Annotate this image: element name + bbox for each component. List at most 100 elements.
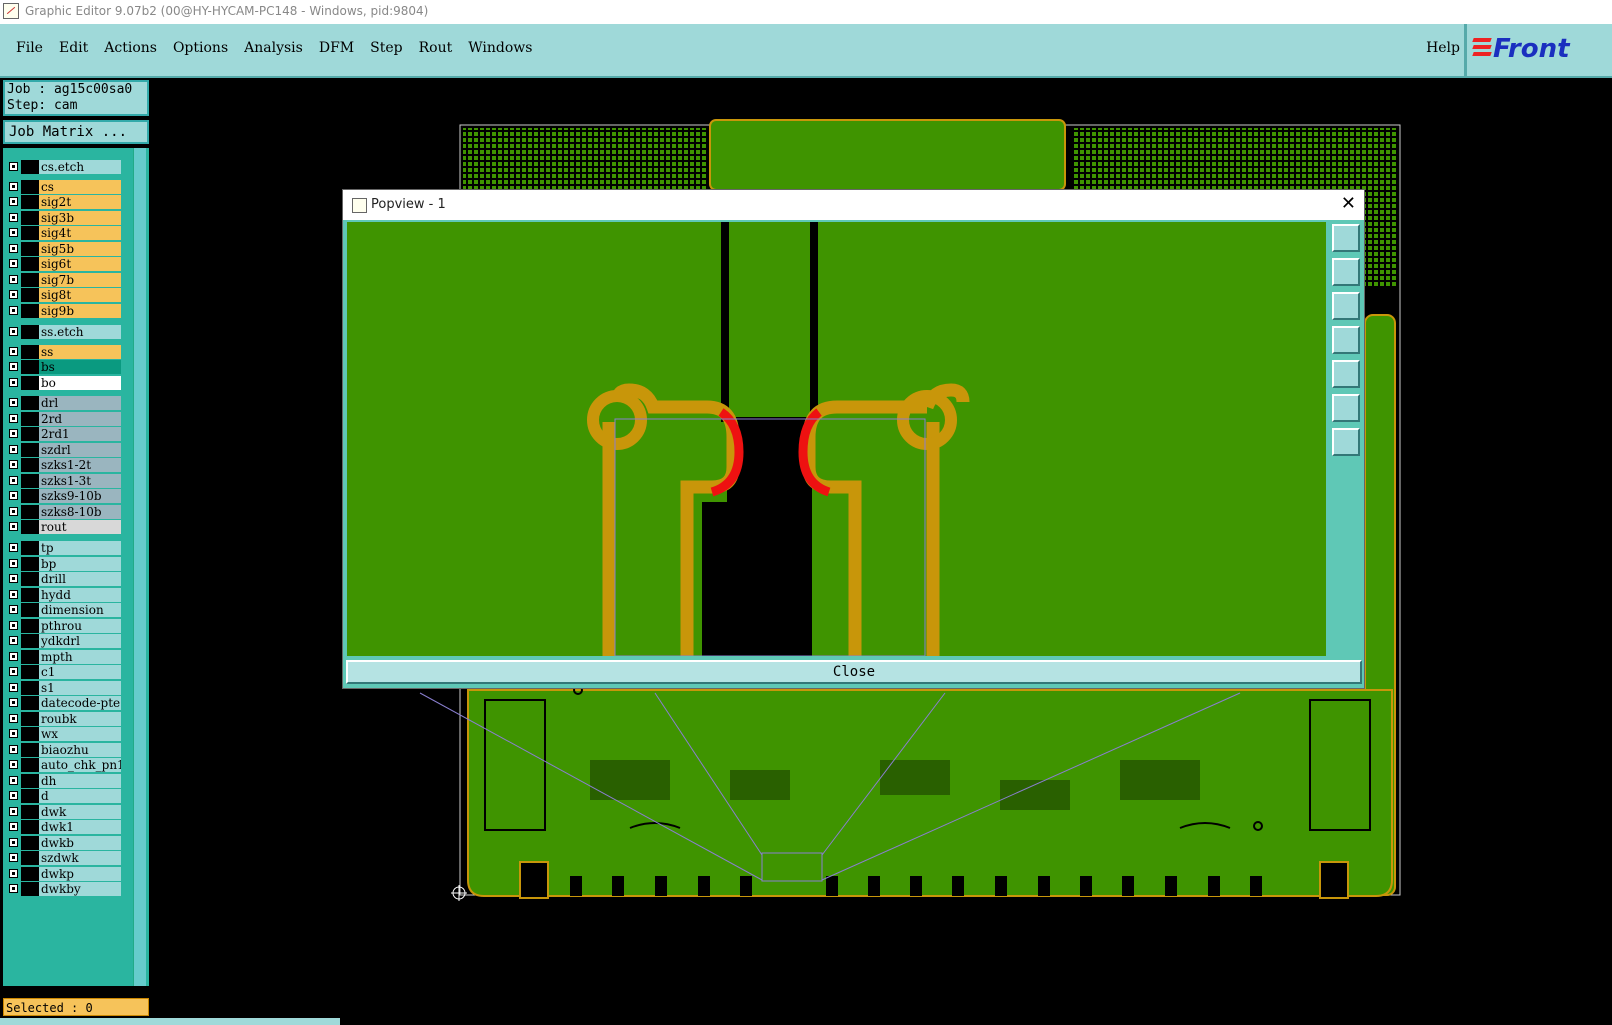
layer-checkbox[interactable] <box>9 838 18 847</box>
layer-checkbox[interactable] <box>9 460 18 469</box>
layer-checkbox[interactable] <box>9 429 18 438</box>
layer-checkbox[interactable] <box>9 667 18 676</box>
layer-checkbox[interactable] <box>9 362 18 371</box>
layer-checkbox[interactable] <box>9 491 18 500</box>
layer-row-roubk[interactable]: roubk <box>3 712 123 726</box>
layer-row-pthrou[interactable]: pthrou <box>3 619 123 633</box>
pan-up-icon[interactable] <box>1332 258 1360 286</box>
layer-row-drill[interactable]: drill <box>3 572 123 586</box>
layer-checkbox[interactable] <box>9 574 18 583</box>
close-icon[interactable]: ✕ <box>1341 193 1356 214</box>
layer-checkbox[interactable] <box>9 259 18 268</box>
layer-row-cs.etch[interactable]: cs.etch <box>3 160 123 174</box>
layer-checkbox[interactable] <box>9 162 18 171</box>
layer-row-2rd[interactable]: 2rd <box>3 412 123 426</box>
layer-checkbox[interactable] <box>9 729 18 738</box>
layer-row-ss.etch[interactable]: ss.etch <box>3 325 123 339</box>
layer-row-d[interactable]: d <box>3 789 123 803</box>
layer-checkbox[interactable] <box>9 605 18 614</box>
layer-checkbox[interactable] <box>9 347 18 356</box>
layer-checkbox[interactable] <box>9 853 18 862</box>
layer-row-szks1-2t[interactable]: szks1-2t <box>3 458 123 472</box>
layer-row-bs[interactable]: bs <box>3 360 123 374</box>
layer-checkbox[interactable] <box>9 776 18 785</box>
layer-checkbox[interactable] <box>9 275 18 284</box>
layer-row-datecode-pte[interactable]: datecode-pte <box>3 696 123 710</box>
layer-checkbox[interactable] <box>9 636 18 645</box>
layer-checkbox[interactable] <box>9 652 18 661</box>
layer-checkbox[interactable] <box>9 621 18 630</box>
layer-checkbox[interactable] <box>9 698 18 707</box>
layer-row-bo[interactable]: bo <box>3 376 123 390</box>
layer-row-szks9-10b[interactable]: szks9-10b <box>3 489 123 503</box>
zoom-fit-icon[interactable] <box>1332 224 1360 252</box>
layer-row-sig6t[interactable]: sig6t <box>3 257 123 271</box>
layer-row-2rd1[interactable]: 2rd1 <box>3 427 123 441</box>
layer-checkbox[interactable] <box>9 476 18 485</box>
layer-checkbox[interactable] <box>9 807 18 816</box>
layer-row-szdwk[interactable]: szdwk <box>3 851 123 865</box>
layer-row-sig7b[interactable]: sig7b <box>3 273 123 287</box>
layer-checkbox[interactable] <box>9 559 18 568</box>
zoom-out-icon[interactable] <box>1332 428 1360 456</box>
pan-down-icon[interactable] <box>1332 292 1360 320</box>
layer-row-dwk1[interactable]: dwk1 <box>3 820 123 834</box>
layer-checkbox[interactable] <box>9 869 18 878</box>
layer-row-rout[interactable]: rout <box>3 520 123 534</box>
layer-row-wx[interactable]: wx <box>3 727 123 741</box>
layer-row-sig5b[interactable]: sig5b <box>3 242 123 256</box>
layer-checkbox[interactable] <box>9 791 18 800</box>
layer-checkbox[interactable] <box>9 590 18 599</box>
layer-row-szks1-3t[interactable]: szks1-3t <box>3 474 123 488</box>
layer-row-sig2t[interactable]: sig2t <box>3 195 123 209</box>
layer-row-bp[interactable]: bp <box>3 557 123 571</box>
pan-right-icon[interactable] <box>1332 360 1360 388</box>
layer-checkbox[interactable] <box>9 197 18 206</box>
layer-checkbox[interactable] <box>9 822 18 831</box>
layer-checkbox[interactable] <box>9 714 18 723</box>
layer-checkbox[interactable] <box>9 760 18 769</box>
layer-row-c1[interactable]: c1 <box>3 665 123 679</box>
layer-row-ydkdrl[interactable]: ydkdrl <box>3 634 123 648</box>
layer-row-sig3b[interactable]: sig3b <box>3 211 123 225</box>
layer-row-hydd[interactable]: hydd <box>3 588 123 602</box>
layer-checkbox[interactable] <box>9 445 18 454</box>
zoom-in-icon[interactable] <box>1332 394 1360 422</box>
layer-row-s1[interactable]: s1 <box>3 681 123 695</box>
layer-checkbox[interactable] <box>9 683 18 692</box>
layer-row-sig9b[interactable]: sig9b <box>3 304 123 318</box>
layer-checkbox[interactable] <box>9 507 18 516</box>
layer-row-dh[interactable]: dh <box>3 774 123 788</box>
layer-row-sig4t[interactable]: sig4t <box>3 226 123 240</box>
layer-checkbox[interactable] <box>9 290 18 299</box>
popview-canvas[interactable] <box>347 222 1326 656</box>
job-matrix-button[interactable]: Job Matrix ... <box>3 120 149 144</box>
layer-checkbox[interactable] <box>9 306 18 315</box>
layer-checkbox[interactable] <box>9 182 18 191</box>
layer-row-biaozhu[interactable]: biaozhu <box>3 743 123 757</box>
layer-checkbox[interactable] <box>9 522 18 531</box>
layer-row-sig8t[interactable]: sig8t <box>3 288 123 302</box>
layer-row-mpth[interactable]: mpth <box>3 650 123 664</box>
layer-checkbox[interactable] <box>9 398 18 407</box>
layer-row-dimension[interactable]: dimension <box>3 603 123 617</box>
layer-row-dwkp[interactable]: dwkp <box>3 867 123 881</box>
layer-row-szks8-10b[interactable]: szks8-10b <box>3 505 123 519</box>
layer-checkbox[interactable] <box>9 327 18 336</box>
layer-row-cs[interactable]: cs <box>3 180 123 194</box>
layer-checkbox[interactable] <box>9 414 18 423</box>
layer-checkbox[interactable] <box>9 378 18 387</box>
layer-checkbox[interactable] <box>9 884 18 893</box>
layer-checkbox[interactable] <box>9 228 18 237</box>
layer-row-drl[interactable]: drl <box>3 396 123 410</box>
layer-row-auto_chk_pn1[interactable]: auto_chk_pn1 <box>3 758 123 772</box>
pan-left-icon[interactable] <box>1332 326 1360 354</box>
layer-checkbox[interactable] <box>9 543 18 552</box>
layer-row-szdrl[interactable]: szdrl <box>3 443 123 457</box>
layer-checkbox[interactable] <box>9 244 18 253</box>
layer-row-tp[interactable]: tp <box>3 541 123 555</box>
layer-row-dwk[interactable]: dwk <box>3 805 123 819</box>
close-button[interactable]: Close <box>346 660 1362 684</box>
layer-row-dwkby[interactable]: dwkby <box>3 882 123 896</box>
layer-list-scrollbar[interactable] <box>133 148 146 986</box>
